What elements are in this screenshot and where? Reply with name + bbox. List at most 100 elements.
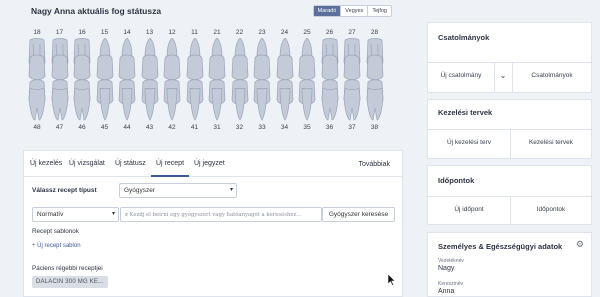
view-option-mixed[interactable]: Vegyes <box>341 6 369 16</box>
dentition-toggle: Maradó Vegyes Tejfog <box>312 5 392 17</box>
tooth-crown-45[interactable] <box>96 48 114 82</box>
tooth-number-37: 37 <box>348 124 356 131</box>
tab-new-recipe[interactable]: Új recept <box>156 160 184 167</box>
tab-new-note[interactable]: Új jegyzet <box>194 160 225 167</box>
new-recipe-template-link[interactable]: + Új recept sablon <box>32 243 81 249</box>
tooth-crown-37[interactable] <box>343 48 361 82</box>
recipe-mode-value: Normatív <box>37 211 64 218</box>
tooth-number-47: 47 <box>55 124 64 131</box>
tooth-number-27: 27 <box>348 29 356 36</box>
tooth-crown-38[interactable] <box>366 48 384 82</box>
tooth-37[interactable] <box>343 88 361 122</box>
tooth-36[interactable] <box>321 88 339 122</box>
search-icon: ⌕ <box>125 212 128 218</box>
tooth-crown-34[interactable] <box>276 48 294 82</box>
tooth-46[interactable] <box>73 88 91 122</box>
tooth-number-45: 45 <box>100 124 109 131</box>
new-attachment-button[interactable]: Új csatolmány <box>428 72 494 79</box>
chevron-down-icon: ▾ <box>111 211 115 217</box>
recipe-type-label: Válassz recept típust <box>32 187 97 194</box>
tooth-number-43: 43 <box>145 124 154 131</box>
new-appointment-button[interactable]: Új időpont <box>428 206 510 213</box>
tooth-crown-32[interactable] <box>231 48 249 82</box>
tooth-crown-43[interactable] <box>141 48 159 82</box>
tooth-crown-36[interactable] <box>321 48 339 82</box>
recipe-type-select[interactable]: Gyógyszer ▾ <box>119 183 237 198</box>
last-name-value: Nagy <box>438 265 455 272</box>
tooth-crown-33[interactable] <box>253 48 271 82</box>
chevron-down-icon[interactable]: ⌄ <box>494 71 512 80</box>
attachments-list-button[interactable]: Csatolmányok <box>512 72 592 79</box>
first-name-label: Keresztnév <box>438 281 464 287</box>
divider <box>428 62 591 63</box>
tooth-34[interactable] <box>276 88 294 122</box>
gear-icon[interactable]: ⚙ <box>576 239 584 250</box>
action-panel: Új kezelés Új vizsgálat Új státusz Új re… <box>23 150 403 297</box>
tooth-number-22: 22 <box>235 29 244 36</box>
tooth-44[interactable] <box>118 88 136 122</box>
tab-new-treatment[interactable]: Új kezelés <box>30 160 62 167</box>
tooth-33[interactable] <box>253 88 271 122</box>
drug-search-placeholder: Kezdj el beírni egy gyógyszert vagy ható… <box>129 212 302 218</box>
appointments-list-button[interactable]: Időpontok <box>510 206 592 213</box>
tooth-number-15: 15 <box>100 29 109 36</box>
tooth-number-26: 26 <box>325 29 334 36</box>
treatment-plans-title: Kezelési tervek <box>438 108 493 117</box>
tooth-35[interactable] <box>298 88 316 122</box>
chevron-down-icon: ▾ <box>229 187 233 193</box>
dental-chart-panel: Nagy Anna aktuális fog státusza Maradó V… <box>23 0 403 150</box>
tooth-crown-35[interactable] <box>298 48 316 82</box>
tooth-crown-48[interactable] <box>28 48 46 82</box>
drug-search-input[interactable]: ⌕ Kezdj el beírni egy gyógyszert vagy ha… <box>120 207 322 222</box>
appointments-card: Időpontok Új időpont Időpontok <box>427 165 592 225</box>
tooth-number-38: 38 <box>370 124 379 131</box>
new-treatment-plan-button[interactable]: Új kezelési terv <box>428 139 510 146</box>
tooth-crown-31[interactable] <box>208 48 226 82</box>
previous-recipes-label: Páciens régebbi receptjei <box>32 265 103 272</box>
tooth-47[interactable] <box>51 88 69 122</box>
drug-search-button[interactable]: Gyógyszer keresése <box>322 207 395 222</box>
tooth-42[interactable] <box>163 88 181 122</box>
page-title: Nagy Anna aktuális fog státusza <box>31 6 162 16</box>
tooth-number-33: 33 <box>258 124 266 131</box>
tooth-crown-41[interactable] <box>186 48 204 82</box>
tooth-number-31: 31 <box>213 124 221 131</box>
tooth-43[interactable] <box>141 88 159 122</box>
tooth-crown-42[interactable] <box>163 48 181 82</box>
main-column: Nagy Anna aktuális fog státusza Maradó V… <box>23 0 403 297</box>
attachments-title: Csatolmányok <box>438 33 490 42</box>
recipe-templates-label: Recept sablonok <box>32 228 79 235</box>
tooth-number-35: 35 <box>303 124 311 131</box>
tooth-32[interactable] <box>231 88 249 122</box>
previous-recipe-item[interactable]: DALACIN 300 MG KE... <box>32 276 108 288</box>
view-option-primary[interactable]: Tejfog <box>368 6 391 16</box>
tooth-crown-44[interactable] <box>118 48 136 82</box>
tab-new-exam[interactable]: Új vizsgálat <box>69 160 105 167</box>
tab-new-status[interactable]: Új státusz <box>115 160 146 167</box>
tooth-number-23: 23 <box>258 29 266 36</box>
tooth-number-16: 16 <box>78 29 86 36</box>
side-column: Csatolmányok Új csatolmány ⌄ Csatolmányo… <box>427 0 592 297</box>
tooth-number-48: 48 <box>33 124 41 131</box>
view-option-permanent[interactable]: Maradó <box>313 6 342 16</box>
tooth-31[interactable] <box>208 88 226 122</box>
personal-data-card: Személyes & Egészségügyi adatok ⚙ Vezeté… <box>427 232 592 297</box>
attachments-card: Csatolmányok Új csatolmány ⌄ Csatolmányo… <box>427 22 592 93</box>
treatment-plans-list-button[interactable]: Kezelési tervek <box>510 139 592 146</box>
tooth-48[interactable] <box>28 88 46 122</box>
tooth-crown-46[interactable] <box>73 48 91 82</box>
tab-bar: Új kezelés Új vizsgálat Új státusz Új re… <box>24 151 402 177</box>
tooth-number-44: 44 <box>123 124 131 131</box>
tooth-41[interactable] <box>186 88 204 122</box>
treatment-plans-card: Kezelési tervek Új kezelési terv Kezelés… <box>427 99 592 159</box>
tooth-crown-47[interactable] <box>51 48 69 82</box>
tooth-number-18: 18 <box>33 29 41 36</box>
tooth-38[interactable] <box>366 88 384 122</box>
more-tabs-button[interactable]: Továbbiak <box>358 161 390 168</box>
tooth-number-13: 13 <box>145 29 154 36</box>
recipe-mode-select[interactable]: Normatív ▾ <box>32 207 119 222</box>
tooth-number-14: 14 <box>123 29 131 36</box>
tooth-45[interactable] <box>96 88 114 122</box>
tooth-number-36: 36 <box>325 124 334 131</box>
appointments-title: Időpontok <box>438 176 475 185</box>
